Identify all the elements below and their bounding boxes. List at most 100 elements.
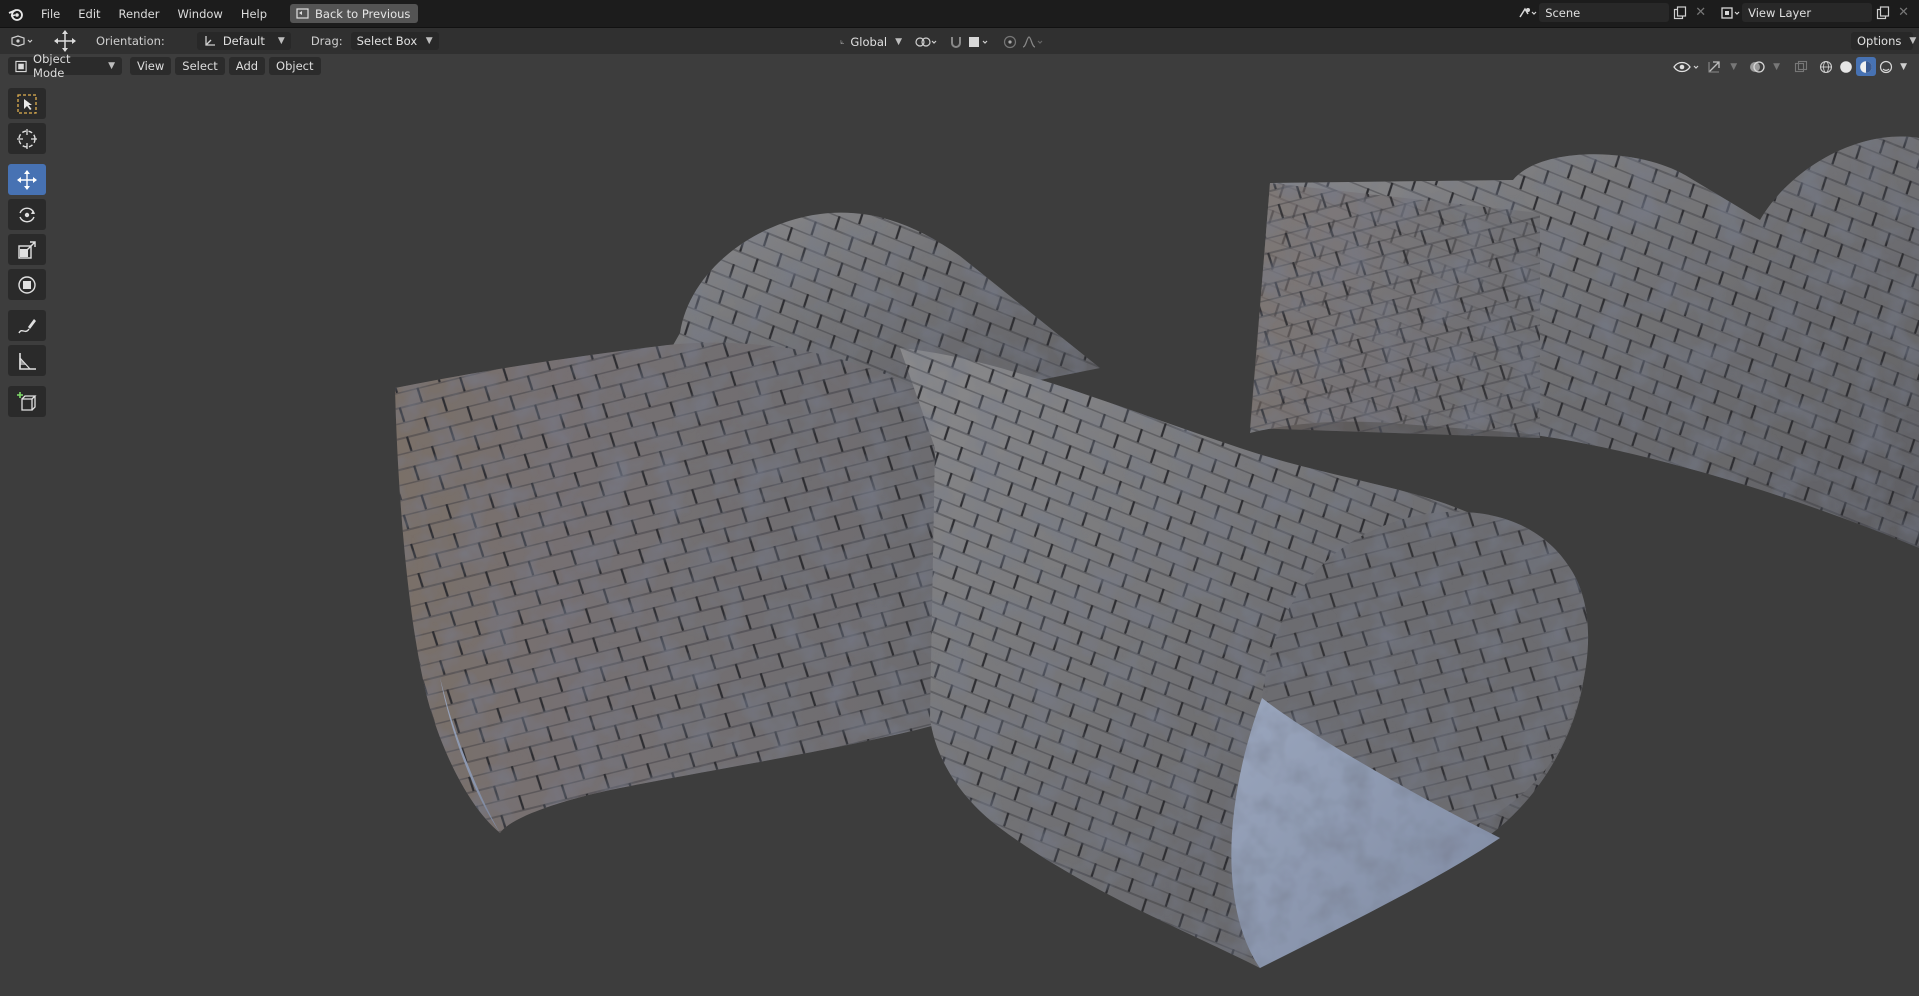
back-to-previous-button[interactable]: Back to Previous <box>290 4 419 23</box>
wireframe-sphere-icon <box>1820 60 1833 73</box>
top-menu-bar: File Edit Render Window Help Back to Pre… <box>0 0 1919 28</box>
editor-type-button[interactable] <box>8 32 38 51</box>
menu-help[interactable]: Help <box>232 4 276 24</box>
rotate-icon <box>19 207 35 222</box>
global-axes-icon <box>840 39 845 44</box>
shading-solid-button[interactable] <box>1836 57 1856 76</box>
pivot-point-button[interactable] <box>912 32 942 51</box>
snap-increment-icon <box>969 36 988 47</box>
xray-toggle[interactable] <box>1790 57 1812 76</box>
menu-render[interactable]: Render <box>110 4 169 24</box>
transform-controls: Global ▼ <box>834 32 1046 51</box>
rendered-sphere-icon <box>1879 60 1893 73</box>
orientation-icon <box>205 36 215 46</box>
close-view-layer-icon[interactable]: ✕ <box>1898 5 1909 20</box>
move-tool[interactable] <box>8 164 46 195</box>
overlays-toggle[interactable] <box>1745 57 1769 76</box>
move-icon <box>17 169 37 190</box>
mode-value: Object Mode <box>33 52 71 80</box>
screen-icon <box>296 8 309 19</box>
pivot-point-icon <box>915 36 937 47</box>
drag-dropdown[interactable]: Select Box ▼ <box>350 32 439 50</box>
orientation-label: Orientation: <box>96 34 165 48</box>
shading-wireframe-button[interactable] <box>1816 57 1836 76</box>
menu-object[interactable]: Object <box>269 57 321 75</box>
annotate-icon <box>18 318 36 333</box>
close-scene-icon[interactable]: ✕ <box>1695 5 1706 20</box>
add-cube-tool[interactable] <box>8 386 46 417</box>
proportional-falloff-dropdown[interactable] <box>1020 32 1046 51</box>
gizmo-toggle[interactable] <box>1702 57 1726 76</box>
tool-settings-header: Orientation: Default ▼ Drag: Select Box … <box>0 28 1919 54</box>
menu-file[interactable]: File <box>32 4 69 24</box>
snap-target-dropdown[interactable] <box>966 32 992 51</box>
menu-add[interactable]: Add <box>228 57 266 75</box>
blender-logo-icon[interactable] <box>8 6 24 22</box>
scene-icon <box>1519 7 1537 17</box>
object-mode-icon <box>15 60 27 72</box>
scene-viewlayer-controls: Scene ✕ View Layer ✕ <box>1517 3 1913 22</box>
measure-icon <box>19 352 36 370</box>
proportional-edit-icon <box>1003 35 1017 48</box>
editor-type-icon <box>11 35 33 47</box>
scale-tool[interactable] <box>8 234 46 265</box>
options-dropdown[interactable]: Options ▼ <box>1851 32 1917 50</box>
annotate-tool[interactable] <box>8 310 46 341</box>
chevron-down-icon[interactable]: ▼ <box>1773 62 1780 72</box>
snap-toggle[interactable] <box>946 32 966 51</box>
drag-label: Drag: <box>310 34 343 48</box>
rotate-tool[interactable] <box>8 199 46 230</box>
chevron-down-icon: ▼ <box>1909 36 1917 46</box>
gizmo-icon <box>1708 60 1720 73</box>
material-sphere-icon <box>1860 60 1872 73</box>
active-tool-button[interactable] <box>52 30 78 52</box>
view-layer-name: View Layer <box>1748 5 1812 20</box>
chevron-down-icon[interactable]: ▼ <box>1730 62 1737 72</box>
menu-edit[interactable]: Edit <box>69 4 109 24</box>
xray-icon <box>1795 60 1808 72</box>
menu-select[interactable]: Select <box>175 57 225 75</box>
add-cube-icon <box>17 391 37 411</box>
viewport-header: Object Mode ▼ View Select Add Object ▼ ▼… <box>0 52 1919 80</box>
shading-material-button[interactable] <box>1856 57 1877 76</box>
transform-icon <box>18 275 36 294</box>
chevron-down-icon: ▼ <box>895 36 902 47</box>
proportional-edit-toggle[interactable] <box>1000 32 1020 51</box>
select-box-tool[interactable] <box>8 88 46 119</box>
overlays-icon <box>1750 60 1765 73</box>
measure-tool[interactable] <box>8 345 46 376</box>
shading-rendered-button[interactable] <box>1876 57 1896 76</box>
falloff-curve-icon <box>1022 35 1043 48</box>
tool-shelf <box>7 88 47 421</box>
duplicate-icon <box>1674 5 1687 19</box>
new-view-layer-button[interactable] <box>1872 3 1894 22</box>
drag-value: Select Box <box>356 34 418 48</box>
scene-browse-button[interactable] <box>1517 3 1539 22</box>
visibility-dropdown[interactable] <box>1672 57 1702 76</box>
orientation-value: Default <box>222 34 265 48</box>
move-tool-icon <box>54 30 76 52</box>
chevron-down-icon: ▼ <box>108 61 115 71</box>
view-layer-field[interactable]: View Layer <box>1742 3 1873 22</box>
scene-name-field[interactable]: Scene <box>1539 3 1670 22</box>
orientation-dropdown[interactable]: Default ▼ <box>196 32 291 50</box>
scale-icon <box>18 240 36 259</box>
scene-name: Scene <box>1545 5 1581 20</box>
transform-orientation-dropdown[interactable]: Global ▼ <box>834 33 908 51</box>
cursor-icon <box>17 128 37 149</box>
cursor-tool[interactable] <box>8 123 46 154</box>
3d-viewport[interactable] <box>0 28 1919 996</box>
chevron-down-icon: ▼ <box>425 36 433 46</box>
back-to-previous-label: Back to Previous <box>315 6 411 21</box>
viewlayer-browse-button[interactable] <box>1720 3 1742 22</box>
select-box-icon <box>17 93 37 114</box>
view-layer-icon <box>1721 6 1740 19</box>
chevron-down-icon[interactable]: ▼ <box>1900 62 1907 72</box>
mode-dropdown[interactable]: Object Mode ▼ <box>8 52 122 80</box>
options-label: Options <box>1857 34 1902 48</box>
new-scene-button[interactable] <box>1669 3 1691 22</box>
solid-sphere-icon <box>1840 60 1852 73</box>
menu-view[interactable]: View <box>130 57 172 75</box>
menu-window[interactable]: Window <box>168 4 231 24</box>
transform-tool[interactable] <box>8 269 46 300</box>
